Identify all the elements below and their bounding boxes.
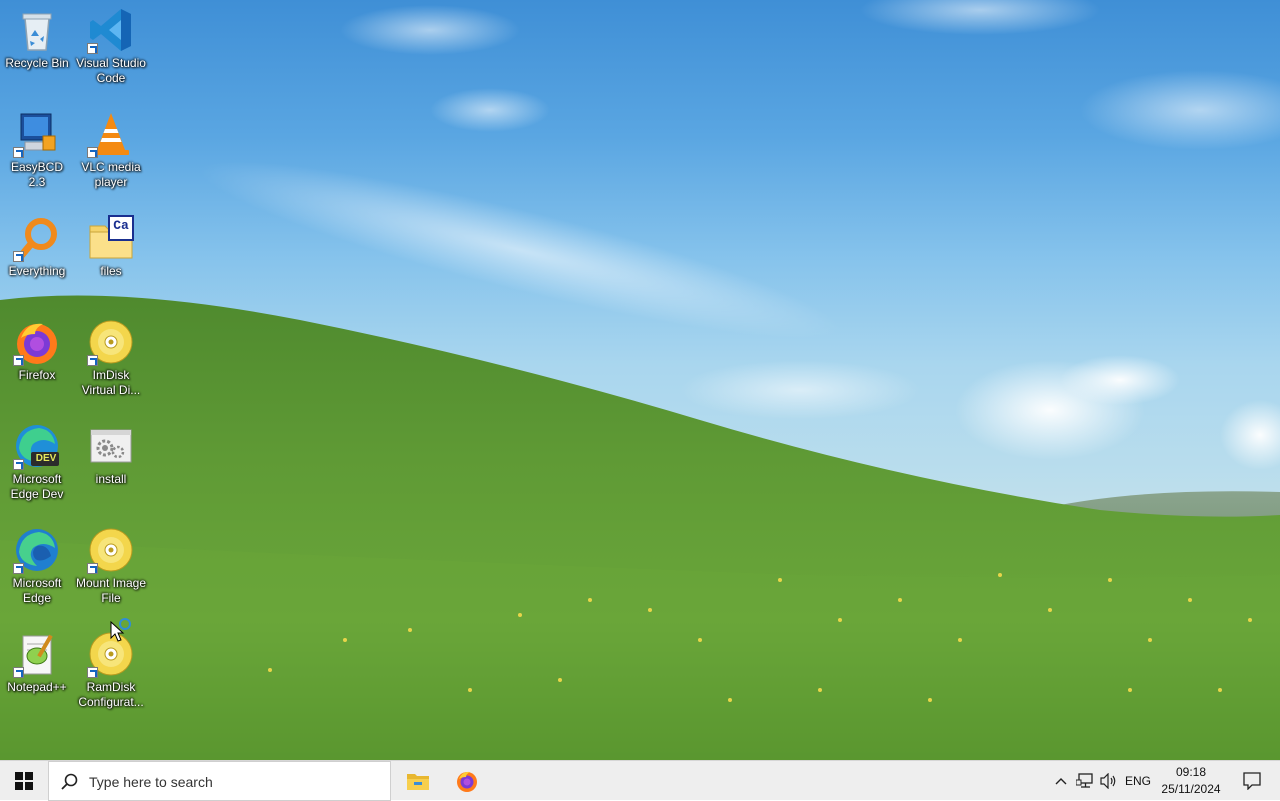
icon-label: Recycle Bin [5,56,69,70]
desktop-icon-files[interactable]: Ca files [74,208,148,308]
edge-dev-badge: DEV [35,453,57,464]
desktop-icon-install[interactable]: install [74,416,148,516]
icon-label: Everything [8,264,66,278]
icon-label: ImDisk Virtual Di... [81,368,141,397]
shortcut-arrow-icon [13,251,24,262]
mouse-cursor-icon [110,618,131,642]
network-icon[interactable] [1075,771,1095,791]
shortcut-arrow-icon [13,667,24,678]
settings-file-icon [87,422,135,470]
icon-label: Firefox [18,368,56,382]
taskbar-firefox[interactable] [443,761,491,801]
desktop-icon-recycle-bin[interactable]: Recycle Bin [0,0,74,100]
notepadpp-icon [13,630,61,678]
taskbar: Type here to search ENG 09:18 25/11/2024 [0,760,1280,801]
desktop-icon-firefox[interactable]: Firefox [0,312,74,412]
notification-icon [1243,772,1261,790]
firefox-icon [13,318,61,366]
action-center-button[interactable] [1232,761,1272,801]
edge-icon [13,526,61,574]
vlc-icon [87,110,135,158]
search-icon [61,773,78,790]
desktop-icon-vlc[interactable]: VLC media player [74,104,148,204]
wallpaper-image [0,0,1280,760]
vscode-icon [87,6,135,54]
taskbar-file-explorer[interactable] [394,761,442,801]
shortcut-arrow-icon [13,563,24,574]
recycle-bin-icon [13,6,61,54]
folder-badge: Ca [113,218,129,233]
desktop-icon-imdisk[interactable]: ImDisk Virtual Di... [74,312,148,412]
shortcut-arrow-icon [87,355,98,366]
taskbar-search-box[interactable]: Type here to search [48,761,391,801]
clock-time: 09:18 [1175,765,1207,779]
windows-logo-icon [15,772,33,790]
shortcut-arrow-icon [87,147,98,158]
shortcut-arrow-icon [87,43,98,54]
shortcut-arrow-icon [87,563,98,574]
icon-label: RamDisk Configurat... [78,680,144,709]
disc-icon [87,318,135,366]
desktop-icon-notepadpp[interactable]: Notepad++ [0,624,74,724]
edge-dev-icon: DEV [13,422,61,470]
folder-icon: Ca [87,214,135,262]
shortcut-arrow-icon [87,667,98,678]
shortcut-arrow-icon [13,355,24,366]
icon-label: Microsoft Edge Dev [10,472,64,501]
icon-label: EasyBCD 2.3 [10,160,63,189]
desktop-icon-everything[interactable]: Everything [0,208,74,308]
icon-label: install [95,472,127,486]
desktop-icon-vscode[interactable]: Visual Studio Code [74,0,148,100]
desktop-icon-edge[interactable]: Microsoft Edge [0,520,74,620]
desktop[interactable]: Recycle Bin EasyBCD 2.3 Everything Firef… [0,0,1280,760]
everything-search-icon [13,214,61,262]
desktop-icon-easybcd[interactable]: EasyBCD 2.3 [0,104,74,204]
start-button[interactable] [0,761,48,801]
icon-label: VLC media player [81,160,141,189]
icon-label: Mount Image File [75,576,147,605]
taskbar-clock[interactable]: 09:18 25/11/2024 [1158,764,1224,798]
search-placeholder: Type here to search [89,774,213,790]
icon-label: files [100,264,122,278]
desktop-icon-mount-image-file[interactable]: Mount Image File [74,520,148,620]
desktop-icon-edge-dev[interactable]: DEV Microsoft Edge Dev [0,416,74,516]
clock-date: 25/11/2024 [1161,782,1221,796]
input-language-indicator[interactable]: ENG [1124,771,1152,791]
icon-label: Visual Studio Code [76,56,146,85]
icon-label: Microsoft Edge [12,576,62,605]
volume-icon[interactable] [1099,771,1119,791]
icon-label: Notepad++ [7,680,67,694]
file-explorer-icon [407,774,429,790]
firefox-icon [457,771,477,792]
shortcut-arrow-icon [13,459,24,470]
show-hidden-icons-chevron-up-icon[interactable] [1052,771,1070,791]
shortcut-arrow-icon [13,147,24,158]
disc-icon [87,526,135,574]
easybcd-icon [13,110,61,158]
